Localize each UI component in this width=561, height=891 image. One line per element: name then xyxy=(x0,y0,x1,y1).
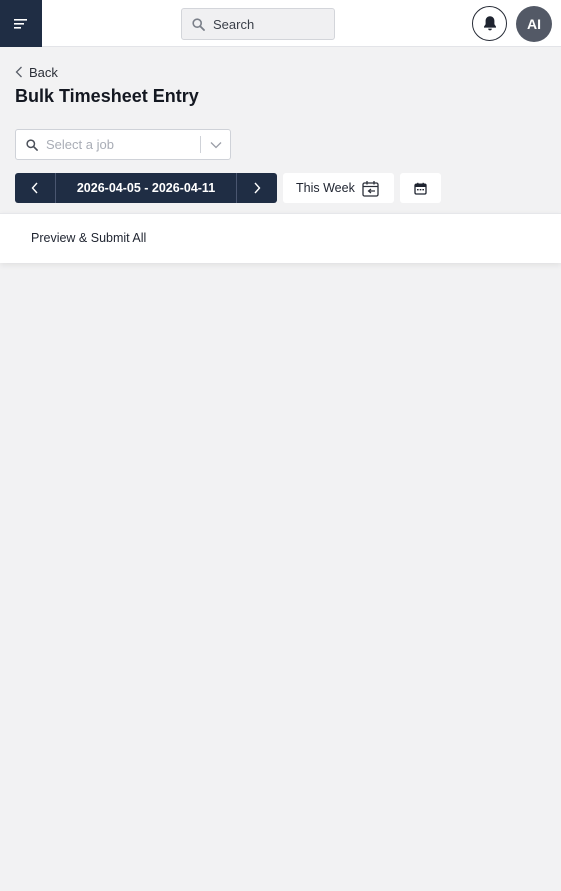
date-range-control: 2026-04-05 - 2026-04-11 xyxy=(15,173,277,203)
date-range-label[interactable]: 2026-04-05 - 2026-04-11 xyxy=(56,173,236,203)
previous-week-button[interactable] xyxy=(15,173,55,203)
chevron-left-icon xyxy=(15,66,22,78)
avatar-initials: AI xyxy=(527,16,541,32)
search-icon xyxy=(26,138,38,151)
action-bar: Preview & Submit All xyxy=(0,213,561,263)
chevron-down-icon xyxy=(210,141,221,148)
top-bar: AI xyxy=(0,0,561,47)
chevron-left-icon xyxy=(31,182,38,194)
page-title: Bulk Timesheet Entry xyxy=(15,86,199,106)
search-box xyxy=(181,8,335,40)
chevron-right-icon xyxy=(254,182,261,194)
avatar[interactable]: AI xyxy=(516,6,552,42)
next-week-button[interactable] xyxy=(237,173,277,203)
this-week-button[interactable]: This Week xyxy=(283,173,394,203)
menu-button[interactable] xyxy=(0,0,42,47)
this-week-label: This Week xyxy=(296,181,355,195)
back-link[interactable]: Back xyxy=(15,63,58,81)
calendar-icon xyxy=(414,182,427,195)
dropdown-toggle[interactable] xyxy=(201,141,230,149)
calendar-button[interactable] xyxy=(400,173,441,203)
job-select[interactable]: Select a job xyxy=(15,129,231,160)
bell-icon xyxy=(483,16,496,31)
preview-submit-all-button[interactable]: Preview & Submit All xyxy=(31,231,146,245)
calendar-arrow-icon xyxy=(362,180,379,197)
menu-icon xyxy=(14,18,27,29)
job-select-placeholder: Select a job xyxy=(46,137,114,152)
back-label: Back xyxy=(29,64,58,80)
search-icon xyxy=(192,17,205,31)
notifications-button[interactable] xyxy=(472,6,507,41)
search-input[interactable] xyxy=(213,16,323,32)
